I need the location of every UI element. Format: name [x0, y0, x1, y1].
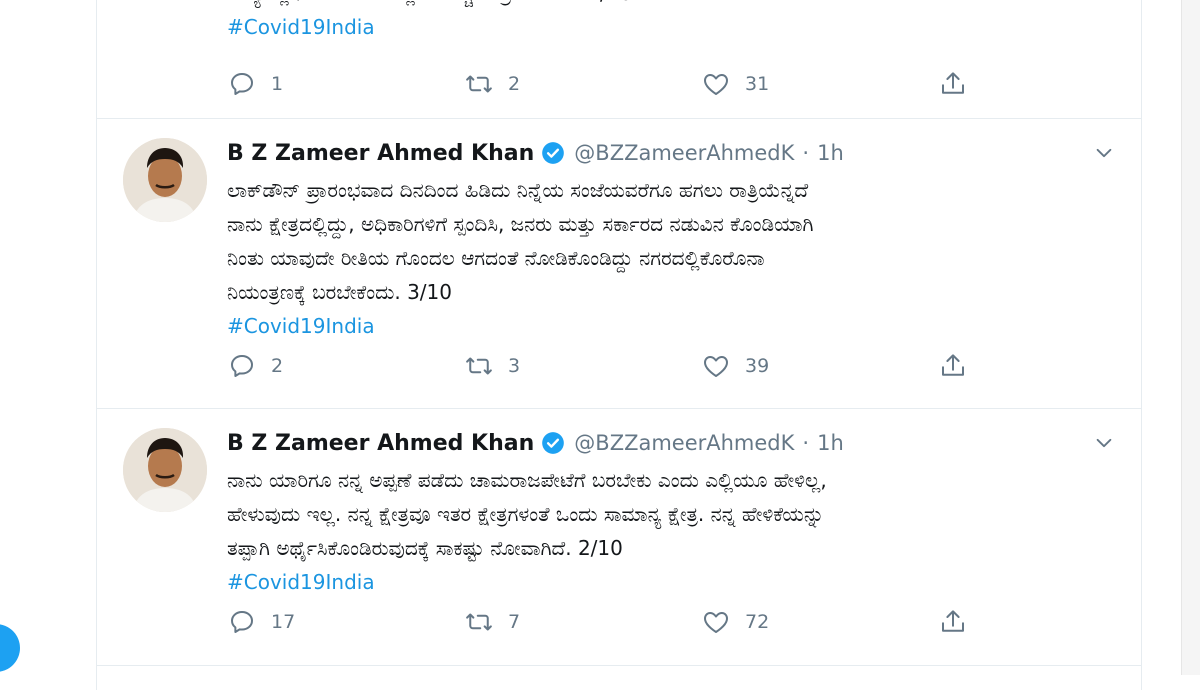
verified-badge-icon — [542, 432, 565, 454]
retweet-count: 2 — [508, 73, 521, 95]
tweet-actions: 17 7 72 — [227, 604, 1175, 640]
share-icon — [942, 72, 964, 94]
retweet-button[interactable]: 3 — [464, 351, 701, 381]
tweet[interactable]: ರಾಜ್ಯದಲ್ಲಿ ನಡೆಯುವಂತೆ ಎಲ್ಲರೂ ಎಚ್ಚರಿಕೆ ಶ್ರ… — [97, 0, 1141, 119]
reply-icon — [231, 611, 253, 633]
tweet-text: ಲಾಕ್‌ಡೌನ್ ಪ್ರಾರಂಭವಾದ ದಿನದಿಂದ ಹಿಡಿದು ನಿನ್… — [227, 173, 1107, 343]
like-count: 72 — [745, 611, 770, 633]
like-icon — [704, 74, 728, 95]
author-name[interactable]: B Z Zameer Ahmed Khan — [227, 431, 534, 456]
author-handle[interactable]: @BZZameerAhmedK — [574, 141, 794, 165]
like-icon — [704, 356, 728, 377]
retweet-icon — [466, 357, 492, 375]
verified-badge-icon — [542, 142, 565, 164]
tweet-text: ನಾನು ಯಾರಿಗೂ ನನ್ನ ಅಪ್ಪಣೆ ಪಡೆದು ಚಾಮರಾಜಪೇಟೆ… — [227, 463, 1107, 599]
avatar[interactable] — [123, 138, 207, 222]
share-icon — [942, 354, 964, 376]
timeline: ರಾಜ್ಯದಲ್ಲಿ ನಡೆಯುವಂತೆ ಎಲ್ಲರೂ ಎಚ್ಚರಿಕೆ ಶ್ರ… — [96, 0, 1142, 690]
retweet-count: 7 — [508, 611, 521, 633]
compose-tweet-button[interactable] — [0, 624, 20, 672]
tweet-text-line: ನಿಯಂತ್ರಣಕ್ಕೆ ಬರಬೇಕೆಂದು. 3/10 — [227, 280, 452, 304]
author-name[interactable]: B Z Zameer Ahmed Khan — [227, 141, 534, 166]
reply-icon — [231, 73, 253, 95]
profile-photo-icon — [123, 428, 207, 512]
retweet-icon — [466, 613, 492, 631]
separator: · — [802, 431, 810, 455]
timestamp[interactable]: 1h — [817, 431, 844, 455]
tweet-text-line: ರಾಜ್ಯದಲ್ಲಿ ನಡೆಯುವಂತೆ ಎಲ್ಲರೂ ಎಚ್ಚರಿಕೆ ಶ್ರ… — [227, 0, 1107, 10]
tweet-header: B Z Zameer Ahmed Khan @BZZameerAhmedK · … — [227, 137, 844, 169]
tweet-text-line: ನಾನು ಯಾರಿಗೂ ನನ್ನ ಅಪ್ಪಣೆ ಪಡೆದು ಚಾಮರಾಜಪೇಟೆ… — [227, 468, 827, 492]
reply-count: 1 — [271, 73, 284, 95]
reply-button[interactable]: 17 — [227, 607, 464, 637]
tweet-text-line: ನಿಂತು ಯಾವುದೇ ರೀತಿಯ ಗೊಂದಲ ಆಗದಂತೆ ನೋಡಿಕೊಂಡ… — [227, 246, 765, 270]
share-icon — [942, 610, 964, 632]
author-handle[interactable]: @BZZameerAhmedK — [574, 431, 794, 455]
timestamp[interactable]: 1h — [817, 141, 844, 165]
reply-button[interactable]: 1 — [227, 69, 464, 99]
chevron-down-icon[interactable] — [1093, 432, 1115, 454]
hashtag-link[interactable]: #Covid19India — [227, 10, 1107, 44]
reply-count: 17 — [271, 611, 296, 633]
hashtag-link[interactable]: #Covid19India — [227, 565, 1107, 599]
tweet[interactable]: B Z Zameer Ahmed Khan @BZZameerAhmedK · … — [97, 409, 1141, 666]
reply-button[interactable]: 2 — [227, 351, 464, 381]
like-button[interactable]: 72 — [701, 607, 938, 637]
tweet-text-line: ಲಾಕ್‌ಡೌನ್ ಪ್ರಾರಂಭವಾದ ದಿನದಿಂದ ಹಿಡಿದು ನಿನ್… — [227, 178, 809, 202]
like-count: 39 — [745, 355, 770, 377]
tweet-actions: 1 2 31 — [227, 66, 1175, 102]
tweet-header: B Z Zameer Ahmed Khan @BZZameerAhmedK · … — [227, 427, 844, 459]
share-button[interactable] — [938, 351, 1175, 381]
tweet-actions: 2 3 39 — [227, 348, 1175, 384]
like-icon — [704, 612, 728, 633]
tweet-text-line: ತಪ್ಪಾಗಿ ಅರ್ಥೈಸಿಕೊಂಡಿರುವುದಕ್ಕೆ ಸಾಕಷ್ಟು ನೋ… — [227, 536, 623, 560]
retweet-button[interactable]: 7 — [464, 607, 701, 637]
like-button[interactable]: 31 — [701, 69, 938, 99]
chevron-down-icon[interactable] — [1093, 142, 1115, 164]
hashtag-link[interactable]: #Covid19India — [227, 309, 1107, 343]
profile-photo-icon — [123, 138, 207, 222]
scrollbar[interactable] — [1181, 0, 1200, 675]
tweet[interactable]: B Z Zameer Ahmed Khan @BZZameerAhmedK · … — [97, 119, 1141, 409]
retweet-icon — [466, 75, 492, 93]
separator: · — [802, 141, 810, 165]
tweet-text-line: ಹೇಳುವುದು ಇಲ್ಲ. ನನ್ನ ಕ್ಷೇತ್ರವೂ ಇತರ ಕ್ಷೇತ್… — [227, 502, 825, 526]
retweet-button[interactable]: 2 — [464, 69, 701, 99]
tweet-text: ರಾಜ್ಯದಲ್ಲಿ ನಡೆಯುವಂತೆ ಎಲ್ಲರೂ ಎಚ್ಚರಿಕೆ ಶ್ರ… — [227, 0, 1107, 44]
tweet-text-line: ನಾನು ಕ್ಷೇತ್ರದಲ್ಲಿದ್ದು, ಅಧಿಕಾರಿಗಳಿಗೆ ಸ್ಪಂ… — [227, 212, 814, 236]
share-button[interactable] — [938, 607, 1175, 637]
like-count: 31 — [745, 73, 770, 95]
avatar[interactable] — [123, 428, 207, 512]
reply-icon — [231, 355, 253, 377]
like-button[interactable]: 39 — [701, 351, 938, 381]
retweet-count: 3 — [508, 355, 521, 377]
share-button[interactable] — [938, 69, 1175, 99]
reply-count: 2 — [271, 355, 284, 377]
